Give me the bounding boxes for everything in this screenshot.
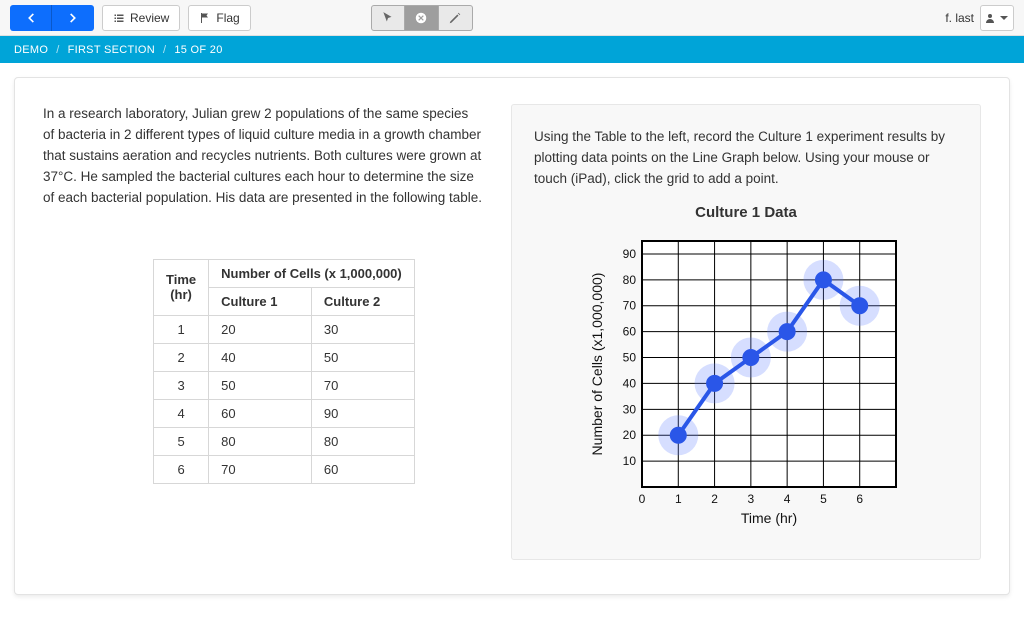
data-table-wrap: Time(hr) Number of Cells (x 1,000,000) C… [153, 259, 483, 484]
table-row: 46090 [154, 399, 415, 427]
right-column: Using the Table to the left, record the … [511, 104, 981, 560]
erase-tool[interactable] [405, 5, 439, 31]
cell-culture1: 20 [209, 315, 312, 343]
data-point[interactable] [743, 349, 759, 365]
prompt-text: In a research laboratory, Julian grew 2 … [43, 104, 483, 209]
breadcrumb: DEMO / FIRST SECTION / 15 OF 20 [0, 36, 1024, 63]
data-point[interactable] [852, 298, 868, 314]
svg-text:70: 70 [623, 299, 637, 313]
svg-text:0: 0 [639, 492, 646, 506]
crumb-position: 15 OF 20 [174, 44, 222, 56]
nav-buttons [10, 5, 94, 31]
cell-time: 1 [154, 315, 209, 343]
table-row: 35070 [154, 371, 415, 399]
left-column: In a research laboratory, Julian grew 2 … [43, 104, 483, 560]
arrow-left-icon [24, 11, 38, 25]
cell-time: 6 [154, 455, 209, 483]
pointer-tool[interactable] [371, 5, 405, 31]
cell-time: 2 [154, 343, 209, 371]
svg-text:3: 3 [748, 492, 755, 506]
cell-culture2: 90 [311, 399, 414, 427]
table-row: 12030 [154, 315, 415, 343]
svg-text:10: 10 [623, 454, 637, 468]
cell-time: 4 [154, 399, 209, 427]
prev-button[interactable] [10, 5, 52, 31]
question-card: In a research laboratory, Julian grew 2 … [14, 77, 1010, 595]
flag-label: Flag [216, 11, 239, 25]
crumb-section: FIRST SECTION [68, 44, 155, 56]
caret-down-icon [998, 12, 1010, 24]
svg-text:80: 80 [623, 273, 637, 287]
svg-text:60: 60 [623, 324, 637, 338]
cell-culture2: 50 [311, 343, 414, 371]
cell-culture1: 70 [209, 455, 312, 483]
user-name: f. last [945, 11, 974, 25]
close-circle-icon [414, 11, 428, 25]
pointer-icon [381, 11, 395, 25]
list-icon [113, 12, 125, 24]
svg-text:20: 20 [623, 428, 637, 442]
cell-time: 3 [154, 371, 209, 399]
next-button[interactable] [52, 5, 94, 31]
svg-text:30: 30 [623, 402, 637, 416]
data-point[interactable] [707, 375, 723, 391]
col-culture2: Culture 2 [311, 287, 414, 315]
svg-text:6: 6 [856, 492, 863, 506]
col-culture1: Culture 1 [209, 287, 312, 315]
svg-text:90: 90 [623, 247, 637, 261]
svg-text:Time (hr): Time (hr) [741, 510, 797, 526]
crumb-demo: DEMO [14, 44, 48, 56]
svg-text:4: 4 [784, 492, 791, 506]
page: In a research laboratory, Julian grew 2 … [0, 63, 1024, 609]
arrow-right-icon [66, 11, 80, 25]
data-table: Time(hr) Number of Cells (x 1,000,000) C… [153, 259, 415, 484]
pencil-icon [448, 11, 462, 25]
table-row: 24050 [154, 343, 415, 371]
chart-zone: 0 1 2 3 4 5 6 10 20 30 40 50 60 70 80 90 Time (hr) Number… [534, 231, 958, 531]
svg-text:40: 40 [623, 376, 637, 390]
cell-culture2: 60 [311, 455, 414, 483]
cell-culture2: 70 [311, 371, 414, 399]
cell-culture1: 80 [209, 427, 312, 455]
svg-text:2: 2 [711, 492, 718, 506]
cell-culture1: 60 [209, 399, 312, 427]
data-point[interactable] [670, 427, 686, 443]
svg-text:Number of Cells (x1,000,000): Number of Cells (x1,000,000) [589, 272, 605, 455]
line-chart[interactable]: 0 1 2 3 4 5 6 10 20 30 40 50 60 70 80 90 Time (hr) Number… [586, 231, 906, 531]
flag-button[interactable]: Flag [188, 5, 250, 31]
instructions-text: Using the Table to the left, record the … [534, 127, 958, 190]
data-point[interactable] [815, 272, 831, 288]
table-row: 58080 [154, 427, 415, 455]
svg-text:5: 5 [820, 492, 827, 506]
cell-culture1: 40 [209, 343, 312, 371]
review-label: Review [130, 11, 169, 25]
time-header: Time(hr) [154, 259, 209, 315]
tool-group [371, 5, 473, 31]
cell-culture1: 50 [209, 371, 312, 399]
flag-icon [199, 12, 211, 24]
table-row: 67060 [154, 455, 415, 483]
person-icon [984, 12, 996, 24]
topbar: Review Flag f. last [0, 0, 1024, 36]
draw-tool[interactable] [439, 5, 473, 31]
svg-text:50: 50 [623, 350, 637, 364]
svg-text:1: 1 [675, 492, 682, 506]
cell-time: 5 [154, 427, 209, 455]
data-point[interactable] [779, 323, 795, 339]
cell-culture2: 30 [311, 315, 414, 343]
review-button[interactable]: Review [102, 5, 180, 31]
cell-culture2: 80 [311, 427, 414, 455]
user-menu-button[interactable] [980, 5, 1014, 31]
cells-header: Number of Cells (x 1,000,000) [209, 259, 415, 287]
chart-title: Culture 1 Data [534, 204, 958, 221]
